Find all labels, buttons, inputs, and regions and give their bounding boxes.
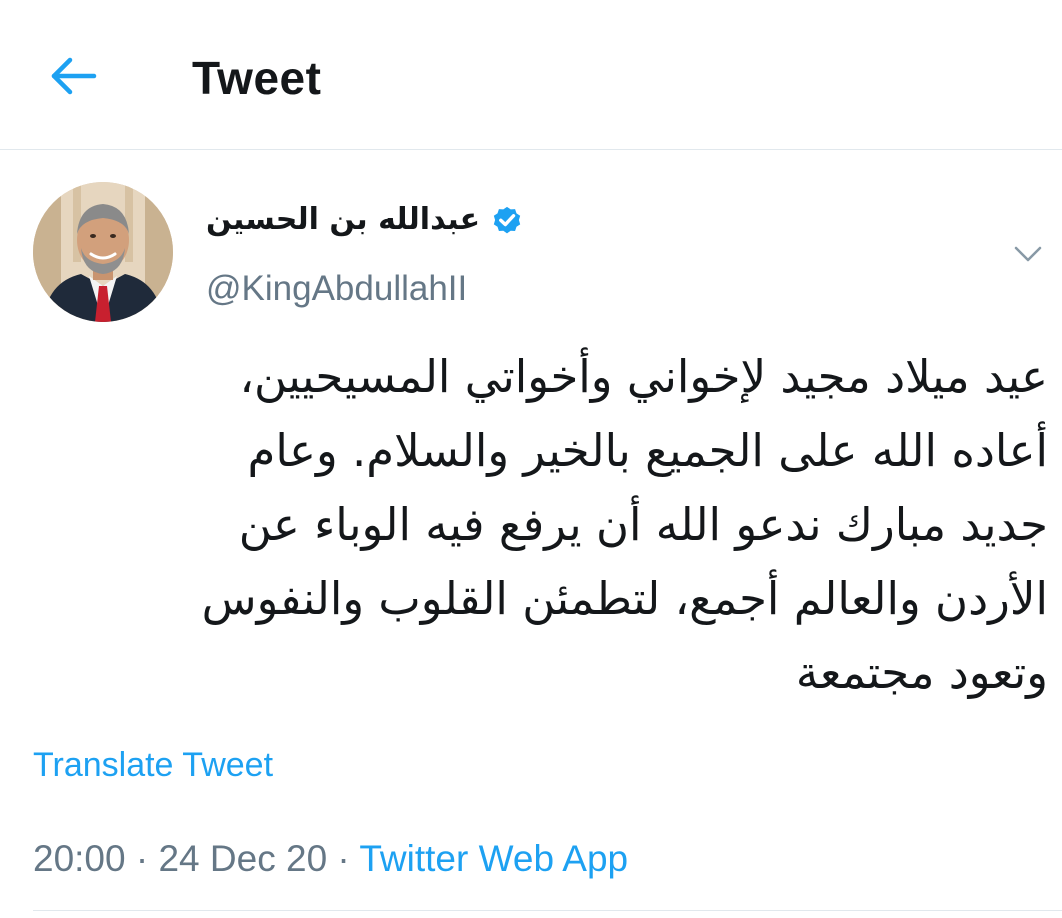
divider <box>33 910 1062 911</box>
tweet-text-line: الأردن والعالم أجمع، لتطمئن القلوب والنف… <box>201 572 1048 625</box>
author-avatar[interactable] <box>33 182 173 322</box>
author-handle[interactable]: @KingAbdullahII <box>206 264 467 314</box>
back-button[interactable] <box>44 48 104 104</box>
top-app-bar: Tweet <box>0 0 1062 150</box>
meta-separator: · <box>327 838 360 879</box>
profile-photo <box>33 182 173 322</box>
author-name-row[interactable]: عبدالله بن الحسين <box>206 196 524 244</box>
tweet-meta: 20:00 · 24 Dec 20 · Twitter Web App <box>33 832 628 886</box>
meta-separator: · <box>125 838 159 879</box>
tweet-text-line: أعاده الله على الجميع بالخير والسلام. وع… <box>247 424 1048 477</box>
author-display-name: عبدالله بن الحسين <box>206 202 481 237</box>
arrow-left-icon <box>51 57 97 95</box>
tweet-text: عيد ميلاد مجيد لإخواني وأخواتي المسيحيين… <box>20 340 1048 710</box>
tweet-source-link[interactable]: Twitter Web App <box>359 838 628 879</box>
tweet-options-button[interactable] <box>1010 236 1046 272</box>
verified-badge-icon <box>493 206 521 234</box>
tweet-time[interactable]: 20:00 <box>33 838 126 879</box>
chevron-down-icon <box>1014 246 1042 262</box>
tweet-text-line: عيد ميلاد مجيد لإخواني وأخواتي المسيحيين… <box>239 350 1048 403</box>
tweet-text-line: وتعود مجتمعة <box>795 646 1048 699</box>
page-title: Tweet <box>192 52 322 104</box>
translate-tweet-link[interactable]: Translate Tweet <box>33 740 273 790</box>
tweet-date[interactable]: 24 Dec 20 <box>158 838 327 879</box>
tweet-text-line: جديد مبارك ندعو الله أن يرفع فيه الوباء … <box>238 498 1048 551</box>
